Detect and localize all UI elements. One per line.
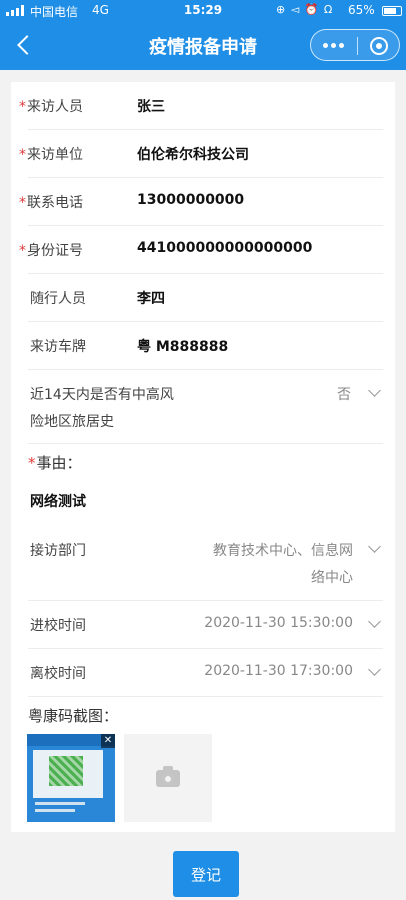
id-number-row[interactable]: *身份证号 441000000000000000 [19, 226, 383, 274]
required-mark: * [19, 243, 26, 259]
battery-icon [382, 6, 402, 16]
health-code-thumbnail[interactable]: ✕ [27, 734, 115, 822]
miniprogram-capsule [310, 29, 400, 61]
risk-area-label-line1: 近14天内是否有中高风 [30, 387, 174, 403]
id-number-value: 441000000000000000 [137, 240, 313, 256]
add-photo-button[interactable] [124, 734, 212, 822]
thumbnail-line [35, 809, 75, 812]
register-button[interactable]: 登记 [173, 851, 239, 897]
enter-time-value: 2020-11-30 15:30:00 [204, 615, 353, 631]
health-code-label: 粤康码截图： [28, 707, 119, 725]
plate-row[interactable]: 来访车牌 粤 M888888 [28, 322, 383, 370]
chevron-down-icon [368, 540, 381, 553]
companion-value: 李四 [137, 291, 165, 307]
camera-icon [156, 766, 180, 787]
chevron-down-icon [368, 615, 381, 628]
visitor-name-value: 张三 [137, 99, 165, 115]
department-row[interactable]: 接访部门 教育技术中心、信息网 络中心 [28, 523, 383, 601]
required-mark: * [28, 454, 36, 472]
status-icons: ⊕ ◅ ⏰ Ω [276, 3, 334, 16]
battery-percent: 65% [348, 3, 375, 17]
enter-time-row[interactable]: 进校时间 2020-11-30 15:30:00 [28, 601, 383, 649]
form-card: *来访人员 张三 *来访单位 伯伦希尔科技公司 *联系电话 1300000000… [11, 82, 395, 832]
clock: 15:29 [183, 3, 223, 17]
risk-area-row[interactable]: 近14天内是否有中高风 险地区旅居史 否 [28, 370, 383, 444]
close-miniprogram-icon[interactable] [370, 37, 388, 55]
leave-time-row[interactable]: 离校时间 2020-11-30 17:30:00 [28, 649, 383, 697]
reason-value[interactable]: 网络测试 [30, 491, 86, 511]
visitor-company-row[interactable]: *来访单位 伯伦希尔科技公司 [19, 130, 383, 178]
risk-area-value: 否 [337, 387, 351, 403]
plate-label: 来访车牌 [30, 339, 86, 355]
phone-label: *联系电话 [19, 195, 83, 211]
capsule-divider [357, 37, 358, 55]
phone-value: 13000000000 [137, 192, 245, 208]
leave-time-label: 离校时间 [30, 666, 86, 682]
department-value-line1: 教育技术中心、信息网 [213, 543, 353, 559]
status-bar: 中国电信 4G 15:29 ⊕ ◅ ⏰ Ω 65% [0, 0, 406, 22]
required-mark: * [19, 195, 26, 211]
required-mark: * [19, 147, 26, 163]
companion-label: 随行人员 [30, 291, 86, 307]
qr-code-image [49, 756, 83, 786]
required-mark: * [19, 99, 26, 115]
visitor-name-label: *来访人员 [19, 99, 83, 115]
id-number-label: *身份证号 [19, 243, 83, 259]
more-icon[interactable] [323, 43, 345, 49]
chevron-down-icon [368, 384, 381, 397]
phone-row[interactable]: *联系电话 13000000000 [19, 178, 383, 226]
reason-label: *事由： [28, 454, 82, 472]
department-value-line2: 络中心 [311, 570, 353, 586]
risk-area-label-line2: 险地区旅居史 [30, 414, 114, 430]
visitor-name-row[interactable]: *来访人员 张三 [19, 82, 383, 130]
leave-time-value: 2020-11-30 17:30:00 [204, 663, 353, 679]
delete-image-icon[interactable]: ✕ [101, 734, 115, 748]
chevron-down-icon [368, 663, 381, 676]
plate-value: 粤 M888888 [137, 339, 229, 355]
companion-row[interactable]: 随行人员 李四 [28, 274, 383, 322]
visitor-company-label: *来访单位 [19, 147, 83, 163]
thumbnail-line [35, 802, 85, 805]
visitor-company-value: 伯伦希尔科技公司 [137, 147, 249, 163]
department-label: 接访部门 [30, 543, 86, 559]
enter-time-label: 进校时间 [30, 618, 86, 634]
top-bar: 中国电信 4G 15:29 ⊕ ◅ ⏰ Ω 65% 疫情报备申请 [0, 0, 406, 70]
